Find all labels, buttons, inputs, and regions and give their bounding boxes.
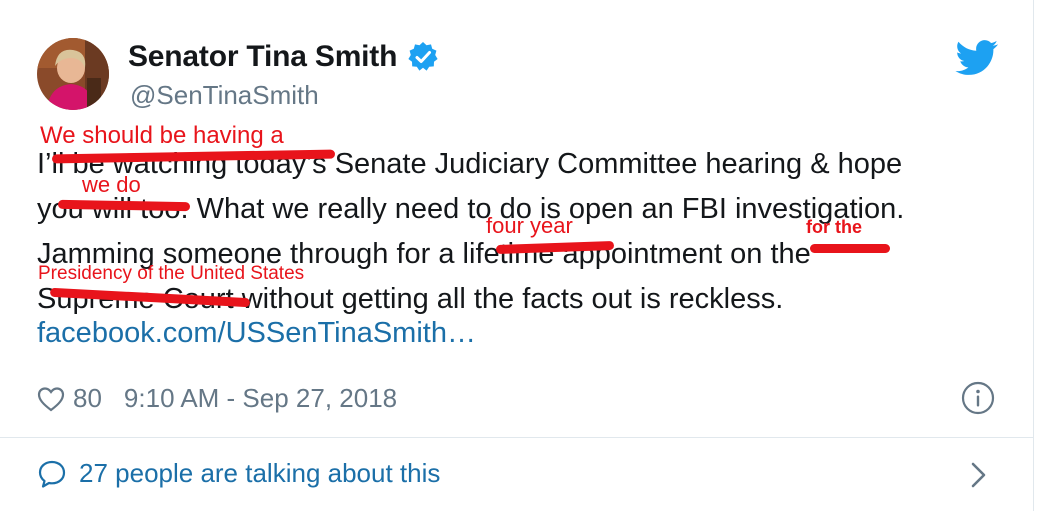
verified-badge-icon: [407, 41, 439, 73]
avatar[interactable]: [37, 38, 109, 110]
annotation-text: Presidency of the United States: [38, 263, 305, 284]
timestamp[interactable]: 9:10 AM - Sep 27, 2018: [124, 383, 397, 414]
author-name[interactable]: Senator Tina Smith: [128, 40, 439, 74]
chevron-right-icon[interactable]: [968, 460, 990, 490]
conversation-link[interactable]: 27 people are talking about this: [37, 458, 440, 489]
tweet-meta: 80 9:10 AM - Sep 27, 2018: [37, 383, 397, 414]
annotation-text: four year: [486, 213, 573, 238]
info-icon[interactable]: [961, 381, 995, 415]
heart-icon[interactable]: [37, 386, 65, 412]
divider: [0, 437, 1034, 438]
annotation-text: we do: [82, 172, 141, 197]
annotation-strike: [810, 244, 890, 253]
twitter-bird-icon[interactable]: [955, 40, 999, 76]
tweet-link[interactable]: facebook.com/USSenTinaSmith…: [37, 317, 476, 350]
tweet-card: Senator Tina Smith @SenTinaSmith I’ll be…: [0, 0, 1034, 511]
author-handle[interactable]: @SenTinaSmith: [130, 80, 319, 111]
author-name-text[interactable]: Senator Tina Smith: [128, 40, 397, 74]
annotation-text: We should be having a: [40, 122, 284, 149]
speech-bubble-icon: [37, 459, 67, 489]
conversation-text[interactable]: 27 people are talking about this: [79, 458, 440, 489]
like-count[interactable]: 80: [73, 383, 102, 414]
annotation-text: for the: [806, 217, 862, 237]
